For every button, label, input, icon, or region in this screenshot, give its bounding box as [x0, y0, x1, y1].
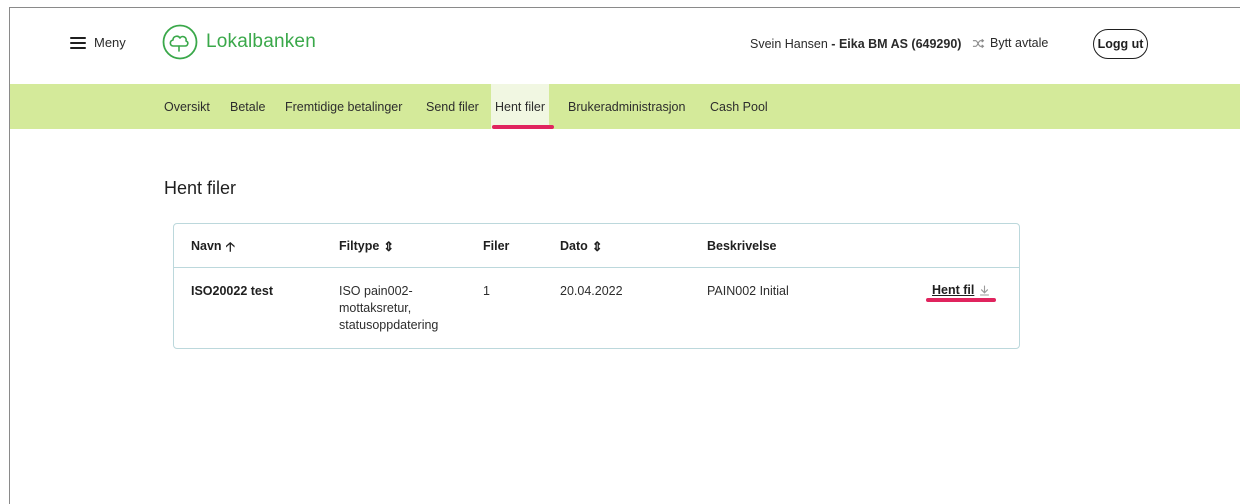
column-header-files-label: Filer: [483, 239, 510, 253]
cell-date: 20.04.2022: [560, 284, 623, 298]
cell-filetype-line: ISO pain002-: [339, 284, 413, 298]
shuffle-icon: [972, 38, 985, 48]
cell-files: 1: [483, 284, 490, 298]
nav-item-cash-pool[interactable]: Cash Pool: [710, 84, 768, 129]
cell-name: ISO20022 test: [191, 284, 273, 298]
separator: -: [827, 37, 839, 51]
user-name: Svein Hansen: [750, 37, 828, 51]
column-header-description: Beskrivelse: [707, 239, 777, 253]
page-title: Hent filer: [164, 178, 237, 198]
sort-icon: ⇕: [591, 238, 603, 254]
column-header-date[interactable]: Dato ⇕: [560, 239, 603, 253]
download-icon: [980, 284, 990, 296]
column-header-filetype[interactable]: Filtype ⇕: [339, 239, 394, 253]
sort-icon: ⇕: [383, 238, 395, 254]
user-info: Svein Hansen - Eika BM AS (649290): [750, 37, 961, 51]
active-nav-indicator: [492, 125, 554, 129]
table-header: Navn 🡡 Filtype ⇕ Filer Dato ⇕ Beskrivels…: [174, 224, 1019, 268]
header: Meny Lokalbanken Svein Hansen - Eika BM …: [10, 8, 1240, 84]
hamburger-icon: [70, 36, 86, 49]
column-header-description-label: Beskrivelse: [707, 239, 777, 253]
download-highlight: [926, 298, 996, 302]
logo[interactable]: Lokalbanken: [162, 24, 316, 60]
nav-item-oversikt[interactable]: Oversikt: [164, 84, 210, 129]
cell-filetype: ISO pain002- mottaksretur, statusoppdate…: [339, 283, 469, 334]
download-file-label: Hent fil: [932, 283, 975, 297]
switch-agreement-label: Bytt avtale: [990, 36, 1049, 50]
nav-item-send-filer[interactable]: Send filer: [426, 84, 479, 129]
menu-button[interactable]: Meny: [70, 35, 126, 50]
nav-item-betale[interactable]: Betale: [230, 84, 265, 129]
column-header-files: Filer: [483, 239, 509, 253]
nav-item-brukeradministrasjon[interactable]: Brukeradministrasjon: [568, 84, 685, 129]
column-header-date-label: Dato: [560, 239, 588, 253]
organization: Eika BM AS (649290): [838, 37, 962, 51]
download-file-link[interactable]: Hent fil: [932, 283, 990, 297]
cell-description: PAIN002 Initial: [707, 284, 789, 298]
main-nav: Oversikt Betale Fremtidige betalinger Se…: [10, 84, 1240, 129]
cell-filetype-line: statusoppdatering: [339, 318, 439, 332]
nav-item-hent-filer[interactable]: Hent filer: [491, 84, 550, 129]
column-header-name[interactable]: Navn 🡡: [191, 239, 235, 253]
logout-button[interactable]: Logg ut: [1093, 29, 1148, 59]
logo-icon: [162, 24, 198, 60]
files-table: Navn 🡡 Filtype ⇕ Filer Dato ⇕ Beskrivels…: [173, 223, 1020, 349]
nav-item-fremtidige-betalinger[interactable]: Fremtidige betalinger: [285, 84, 402, 129]
logo-text: Lokalbanken: [206, 31, 316, 52]
switch-agreement-button[interactable]: Bytt avtale: [972, 36, 1048, 50]
app-window: Meny Lokalbanken Svein Hansen - Eika BM …: [9, 7, 1240, 504]
menu-label: Meny: [94, 35, 126, 50]
cell-filetype-line: mottaksretur,: [339, 301, 412, 315]
sort-ascending-icon: 🡡: [225, 238, 235, 254]
column-header-filetype-label: Filtype: [339, 239, 380, 253]
column-header-name-label: Navn: [191, 239, 222, 253]
